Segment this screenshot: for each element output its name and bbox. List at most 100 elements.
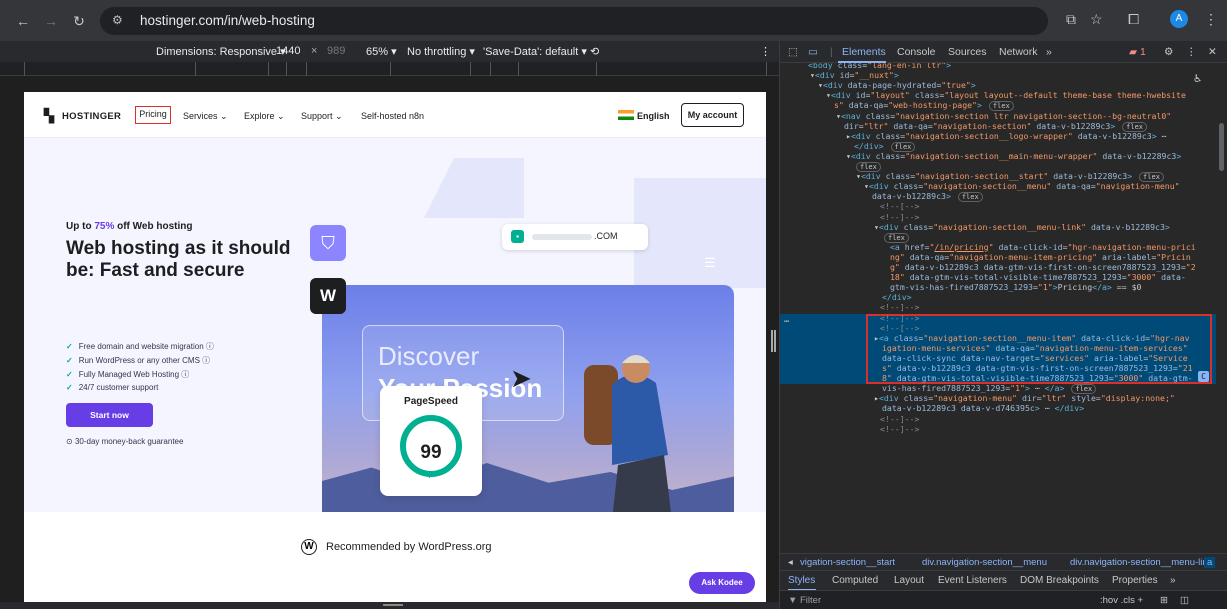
feature-item: ✓ Fully Managed Web Hosting ⓘ [66,370,190,379]
breadcrumb-scroll-left-icon[interactable]: ◂ [788,557,793,568]
dom-tree-line[interactable]: data-v-b12289c3 data-v-d746395c> ⋯ </div… [882,403,1084,413]
illustration-menu-icon: ☰ [704,255,716,270]
logo-text[interactable]: HOSTINGER [62,111,121,122]
tab-dom-breakpoints[interactable]: DOM Breakpoints [1020,575,1099,586]
inspect-element-icon[interactable]: ⬚ [788,46,798,58]
resize-grip[interactable] [383,604,403,606]
dom-tree-line[interactable]: ▸<div class="navigation-menu" dir="ltr" … [874,393,1175,403]
dom-tree-line[interactable]: ▸<div class="navigation-section__logo-wr… [846,131,1166,141]
tab-properties[interactable]: Properties [1112,575,1158,586]
reload-icon[interactable]: ↻ [68,10,90,32]
filter-toggles[interactable]: :hov .cls + [1100,595,1143,606]
profile-avatar[interactable]: A [1170,10,1188,28]
dom-tree-line[interactable]: <!--[--> [880,201,919,211]
dom-tree-line[interactable]: ▾<div class="navigation-section__menu-li… [874,222,1170,232]
tab-layout[interactable]: Layout [894,575,924,586]
panel-resize-handle[interactable] [771,330,776,352]
tab-elements[interactable]: Elements [842,46,886,58]
address-bar[interactable]: ⚙ hostinger.com/in/web-hosting [100,7,1048,35]
dom-tree-line[interactable]: <!--[--> [880,323,919,333]
recommended-section: W Recommended by WordPress.org [24,512,766,602]
menu-kebab-icon[interactable]: ⋮ [1204,11,1218,28]
devtools-panel: ⬚ ▭ | Elements Console Sources Network »… [779,41,1227,609]
my-account-button[interactable]: My account [681,103,744,127]
width-input[interactable]: 1440 [276,45,300,57]
nav-explore[interactable]: Explore ⌄ [244,111,285,122]
height-input[interactable]: 989 [327,45,345,57]
computed-sidebar-icon[interactable]: ◫ [1180,595,1189,606]
filter-input[interactable]: Filter [800,595,821,606]
rotate-icon[interactable]: ⟲ [590,45,599,58]
bookmark-star-icon[interactable]: ☆ [1090,11,1103,28]
hostinger-logo-icon[interactable]: ▚ [44,108,54,124]
throttling-dropdown[interactable]: No throttling ▾ [407,45,475,58]
dom-tree-line[interactable]: g" data-v-b12289c3 data-gtm-vis-first-on… [890,262,1196,272]
breadcrumb-item-active[interactable]: a [1204,557,1216,568]
dom-tree-line[interactable]: <!--]--> [880,302,919,312]
breadcrumb-item[interactable]: div.navigation-section__menu-link [1070,557,1212,568]
zoom-dropdown[interactable]: 65% ▾ [366,45,397,58]
dom-tree-line[interactable]: 8" data-gtm-vis-total-visible-time788752… [882,373,1193,383]
forward-icon[interactable]: → [40,10,62,32]
device-menu-icon[interactable]: ⋮ [760,45,771,58]
dom-tree-scrollbar[interactable] [1216,63,1226,568]
settings-gear-icon[interactable]: ⚙ [1164,46,1173,58]
accessibility-icon[interactable]: ♿ [1194,72,1201,84]
dom-tree-line[interactable]: <a href="/in/pricing" data-click-id="hgr… [890,242,1196,252]
ask-kodee-button[interactable]: Ask Kodee [689,572,755,594]
tab-network[interactable]: Network [999,46,1038,58]
nav-services[interactable]: Services ⌄ [183,111,228,122]
site-info-icon[interactable]: ⚙ [112,13,123,27]
dom-tree-line[interactable]: ▾<div class="navigation-section__main-me… [846,151,1181,161]
install-icon[interactable]: ⧉ [1066,11,1076,28]
dom-tree-line[interactable]: gtm-vis-has-fired7887523_1293="1">Pricin… [890,282,1141,292]
start-now-button[interactable]: Start now [66,403,153,427]
dom-tree-line[interactable]: <!--]--> [880,414,919,424]
dom-tree-line[interactable]: ▾<div class="navigation-section__menu" d… [864,181,1180,191]
dom-tree-line[interactable]: ▾<nav class="navigation-section ltr navi… [836,111,1171,121]
devtools-menu-icon[interactable]: ⋮ [1186,46,1197,58]
tab-sources[interactable]: Sources [948,46,987,58]
more-tabs-icon[interactable]: » [1046,46,1052,58]
tab-styles[interactable]: Styles [788,575,815,586]
dom-tree-line[interactable]: <!--]--> [880,424,919,434]
copy-icon[interactable]: C [1198,371,1209,382]
tab-console[interactable]: Console [897,46,936,58]
dom-tree-line[interactable]: ▾<div data-page-hydrated="true"> [818,80,976,90]
dom-tree-line[interactable]: s" data-v-b12289c3 data-gtm-vis-first-on… [882,363,1193,373]
extensions-icon[interactable]: ⧠ [1128,11,1139,28]
hero-decor-shape [634,178,766,288]
node-actions-icon[interactable]: ⋯ [784,317,789,327]
dom-tree-line[interactable]: ▾<div id="__nuxt"> [810,70,899,80]
dimensions-dropdown[interactable]: Dimensions: Responsive ▾ [156,45,286,58]
back-icon[interactable]: ← [12,10,34,32]
dom-tree-line[interactable]: <!--]--> [880,212,919,222]
tab-computed[interactable]: Computed [832,575,878,586]
nav-support[interactable]: Support ⌄ [301,111,343,122]
dom-tree-line[interactable]: ng" data-qa="navigation-menu-item-pricin… [890,252,1191,262]
device-toggle-icon[interactable]: ▭ [808,46,818,58]
wordpress-logo-icon: W [301,539,317,555]
dom-tree-line[interactable]: <body class="lang-en-in ltr"> [808,63,951,70]
dom-tree-line[interactable]: </div> [882,292,912,302]
dom-tree-line[interactable]: ▾<div id="layout" class="layout layout--… [826,90,1186,100]
breadcrumb-item[interactable]: vigation-section__start [800,557,895,568]
language-selector[interactable]: English [637,111,670,121]
close-icon[interactable]: ✕ [1208,46,1217,58]
domain-tld: .COM [594,231,618,241]
nav-self-hosted[interactable]: Self-hosted n8n [361,111,424,121]
new-style-rule-icon[interactable]: ⊞ [1160,595,1168,606]
more-subtabs-icon[interactable]: » [1170,575,1176,586]
issues-icon[interactable]: ▰ [1129,46,1137,58]
breadcrumb-item[interactable]: div.navigation-section__menu [922,557,1047,568]
issues-count: 1 [1140,46,1146,58]
dom-tree-line[interactable]: data-click-sync data-nav-target="service… [882,353,1188,363]
tab-event-listeners[interactable]: Event Listeners [938,575,1007,586]
styles-filter-bar: ▼ Filter :hov .cls + ⊞ ◫ [780,590,1227,609]
dom-tree-line[interactable]: igation-menu-services" data-qa="navigati… [882,343,1188,353]
dom-tree-line[interactable]: 18" data-gtm-vis-total-visible-time78875… [890,272,1186,282]
dom-tree-line[interactable]: ▸<a class="navigation-section__menu-item… [874,333,1190,343]
nav-pricing-link[interactable]: Pricing [135,106,171,124]
dom-tree-line[interactable]: <!--]--> [880,313,919,323]
save-data-dropdown[interactable]: 'Save-Data': default ▾ [483,45,587,58]
